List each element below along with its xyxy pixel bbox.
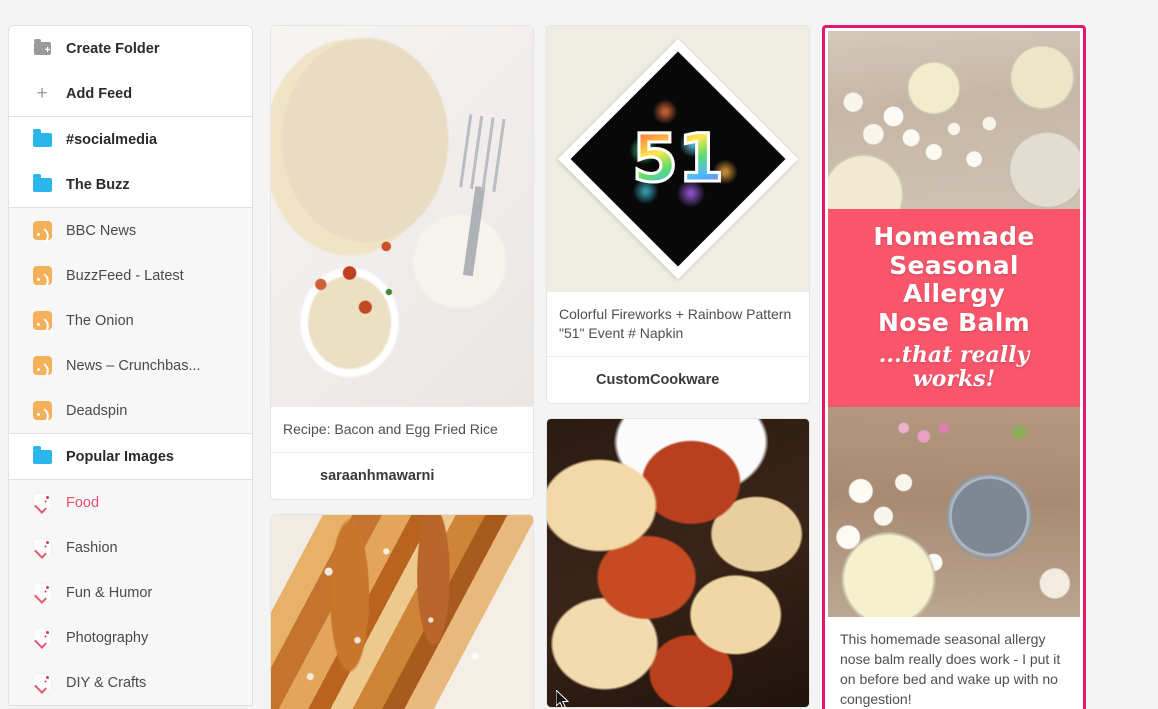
napkin-graphic: 51 xyxy=(557,38,799,279)
avatar xyxy=(283,463,309,489)
sidebar-item-popular-images[interactable]: Popular Images xyxy=(9,434,252,479)
plus-icon: + xyxy=(36,83,48,104)
sidebar-item-label: Fun & Humor xyxy=(66,584,153,601)
overlay-line-1: Homemade xyxy=(873,222,1035,251)
board-column-3: Homemade Seasonal Allergy Nose Balm ...t… xyxy=(822,25,1086,709)
pinterest-icon xyxy=(31,627,53,649)
napkin-number: 51 xyxy=(631,118,726,198)
sidebar-item-label: Photography xyxy=(66,629,149,646)
sidebar-item-fashion[interactable]: Fashion xyxy=(9,525,252,570)
sidebar-item-label: Food xyxy=(66,494,100,511)
sidebar-item-fun-humor[interactable]: Fun & Humor xyxy=(9,570,252,615)
sidebar-item-label: BuzzFeed - Latest xyxy=(66,267,184,284)
folder-icon xyxy=(31,173,53,196)
rss-icon xyxy=(31,265,53,287)
card-description: This homemade seasonal allergy nose balm… xyxy=(840,631,1061,708)
sidebar: Create Folder + Add Feed #socialmedia Th… xyxy=(8,25,253,706)
card-image[interactable] xyxy=(547,418,809,707)
board-column-1: Recipe: Bacon and Egg Fried Rice saraanh… xyxy=(270,25,534,709)
balm-photo-bottom xyxy=(828,407,1080,618)
board-column-2: 51 Colorful Fireworks + Rainbow Pattern … xyxy=(546,25,810,709)
overlay-line-3: Nose Balm xyxy=(878,307,1030,337)
rss-icon xyxy=(31,400,53,422)
sidebar-item-buzzfeed-latest[interactable]: BuzzFeed - Latest xyxy=(9,253,252,298)
pinterest-icon xyxy=(31,582,53,604)
sidebar-item-label: BBC News xyxy=(66,222,137,239)
overlay-line-2: Seasonal Allergy xyxy=(889,250,1019,308)
sidebar-item-label: Add Feed xyxy=(66,85,133,102)
card-fireworks-napkin[interactable]: 51 Colorful Fireworks + Rainbow Pattern … xyxy=(546,25,810,404)
sidebar-item-bbc-news[interactable]: BBC News xyxy=(9,208,252,253)
sidebar-item-add-feed[interactable]: + Add Feed xyxy=(9,71,252,116)
sidebar-item-label: The Onion xyxy=(66,312,134,329)
folder-icon xyxy=(31,128,53,151)
folder-icon xyxy=(31,445,53,468)
sidebar-item-label: DIY & Crafts xyxy=(66,674,147,691)
pinterest-icon xyxy=(31,537,53,559)
sidebar-categories-group: Food Fashion Fun & Humor Photography DIY… xyxy=(8,479,253,706)
sidebar-item-create-folder[interactable]: Create Folder xyxy=(9,26,252,71)
sidebar-item-label: The Buzz xyxy=(66,176,130,193)
sidebar-item-news-crunchbase[interactable]: News – Crunchbas... xyxy=(9,343,252,388)
pinterest-icon xyxy=(31,492,53,514)
card-image[interactable]: Homemade Seasonal Allergy Nose Balm ...t… xyxy=(828,31,1080,618)
card-image[interactable]: 51 xyxy=(547,26,809,291)
app-window: Create Folder + Add Feed #socialmedia Th… xyxy=(0,0,1158,709)
rss-icon xyxy=(31,355,53,377)
sidebar-popular-images-group: Popular Images xyxy=(8,433,253,479)
card-author[interactable]: CustomCookware xyxy=(547,355,809,403)
sidebar-item-label: Fashion xyxy=(66,539,118,556)
overlay-line-4: ...that really works! xyxy=(878,342,1030,393)
sidebar-item-the-onion[interactable]: The Onion xyxy=(9,298,252,343)
rss-icon xyxy=(31,310,53,332)
avatar xyxy=(559,367,585,393)
sidebar-item-photography[interactable]: Photography xyxy=(9,615,252,660)
create-folder-icon xyxy=(31,38,53,60)
sidebar-item-label: News – Crunchbas... xyxy=(66,357,201,374)
card-image[interactable] xyxy=(271,514,533,709)
sidebar-item-socialmedia[interactable]: #socialmedia xyxy=(9,117,252,162)
card-nose-balm[interactable]: Homemade Seasonal Allergy Nose Balm ...t… xyxy=(822,25,1086,709)
card-title: Recipe: Bacon and Egg Fried Rice xyxy=(271,406,533,452)
card-title: Colorful Fireworks + Rainbow Pattern "51… xyxy=(547,291,809,356)
card-author[interactable]: saraanhmawarni xyxy=(271,451,533,499)
sidebar-item-label: Create Folder xyxy=(66,40,160,57)
card-fried-rice[interactable]: Recipe: Bacon and Egg Fried Rice saraanh… xyxy=(270,25,534,500)
sidebar-item-diy-crafts[interactable]: DIY & Crafts xyxy=(9,660,252,705)
sidebar-folders-group: #socialmedia The Buzz xyxy=(8,116,253,207)
image-board: Recipe: Bacon and Egg Fried Rice saraanh… xyxy=(262,0,1158,709)
author-name: saraanhmawarni xyxy=(320,467,435,484)
sidebar-item-label: Deadspin xyxy=(66,402,128,419)
balm-overlay-text: Homemade Seasonal Allergy Nose Balm ...t… xyxy=(828,209,1080,408)
balm-photo-top xyxy=(828,31,1080,209)
sidebar-item-deadspin[interactable]: Deadspin xyxy=(9,388,252,433)
card-image[interactable] xyxy=(271,26,533,406)
sidebar-item-food[interactable]: Food xyxy=(9,480,252,525)
sidebar-item-label: #socialmedia xyxy=(66,131,158,148)
sidebar-item-label: Popular Images xyxy=(66,448,174,465)
sidebar-item-the-buzz[interactable]: The Buzz xyxy=(9,162,252,207)
rss-icon xyxy=(31,220,53,242)
pinterest-icon xyxy=(31,672,53,694)
card-pretzel[interactable] xyxy=(270,513,534,709)
sidebar-actions-group: Create Folder + Add Feed xyxy=(8,25,253,116)
sidebar-feeds-group: BBC News BuzzFeed - Latest The Onion New… xyxy=(8,207,253,433)
author-name: CustomCookware xyxy=(596,371,720,388)
card-bacon-crackers[interactable] xyxy=(546,417,810,708)
